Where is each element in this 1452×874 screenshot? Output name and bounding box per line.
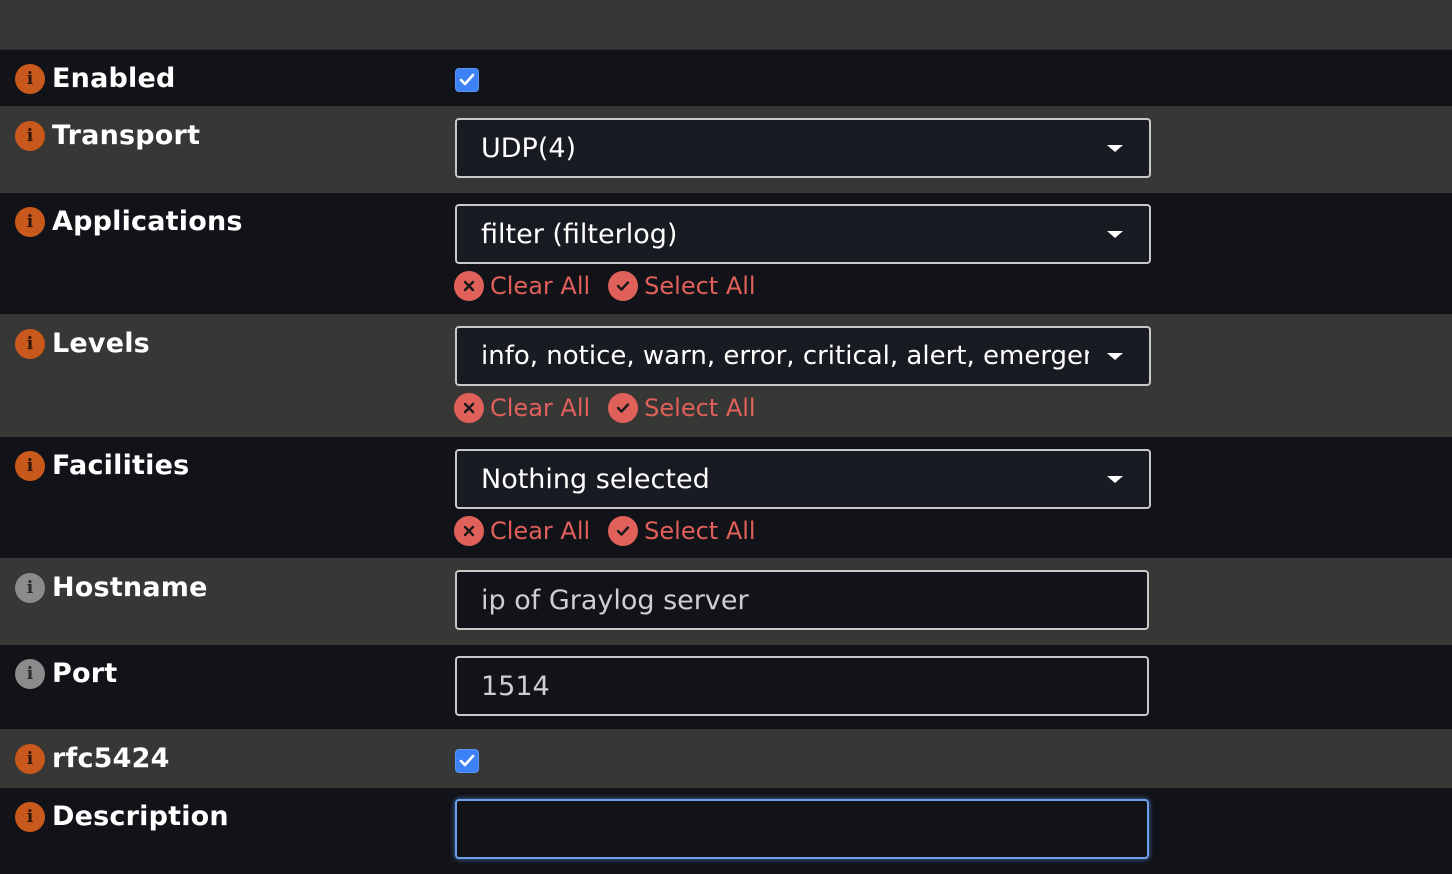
- check-circle-icon: [608, 271, 639, 301]
- hostname-input[interactable]: ip of Graylog server: [455, 570, 1149, 630]
- label-text: Levels: [52, 328, 150, 359]
- enabled-checkbox[interactable]: [455, 68, 479, 92]
- label-text: Transport: [52, 120, 201, 151]
- facilities-select-all-button[interactable]: Select All: [608, 516, 756, 546]
- description-input[interactable]: [455, 799, 1149, 859]
- facilities-clear-all-button[interactable]: Clear All: [454, 516, 590, 546]
- form-header-bar: [0, 0, 1452, 50]
- facilities-select[interactable]: Nothing selected: [455, 449, 1151, 509]
- levels-select-value: info, notice, warn, error, critical, ale…: [481, 341, 1089, 371]
- label-text: rfc5424: [52, 743, 170, 774]
- row-applications: i Applications filter (filterlog) Clear …: [0, 193, 1452, 314]
- label-text: Description: [52, 801, 229, 832]
- row-rfc5424: i rfc5424: [0, 729, 1452, 788]
- x-circle-icon: [454, 516, 484, 546]
- info-icon[interactable]: i: [15, 572, 45, 603]
- info-icon[interactable]: i: [15, 450, 45, 481]
- caret-down-icon: [1107, 353, 1123, 360]
- label-enabled: i Enabled: [15, 63, 176, 94]
- row-facilities: i Facilities Nothing selected Clear All …: [0, 437, 1452, 558]
- label-text: Applications: [52, 206, 243, 237]
- levels-select[interactable]: info, notice, warn, error, critical, ale…: [455, 326, 1151, 386]
- clear-all-label: Clear All: [490, 272, 591, 300]
- rfc5424-checkbox[interactable]: [455, 749, 479, 773]
- row-hostname: i Hostname ip of Graylog server: [0, 558, 1452, 645]
- levels-select-all-button[interactable]: Select All: [608, 393, 756, 423]
- port-placeholder: 1514: [481, 670, 550, 702]
- checkmark-icon: [459, 73, 475, 86]
- info-icon[interactable]: i: [15, 120, 45, 151]
- facilities-select-value: Nothing selected: [481, 463, 710, 495]
- applications-select-value: filter (filterlog): [481, 218, 678, 250]
- label-rfc5424: i rfc5424: [15, 743, 170, 774]
- x-circle-icon: [454, 271, 484, 301]
- clear-all-label: Clear All: [490, 394, 591, 422]
- row-transport: i Transport UDP(4): [0, 106, 1452, 193]
- transport-select[interactable]: UDP(4): [455, 118, 1151, 178]
- row-description: i Description: [0, 788, 1452, 874]
- info-icon[interactable]: i: [15, 328, 45, 359]
- info-icon[interactable]: i: [15, 743, 45, 774]
- label-facilities: i Facilities: [15, 450, 189, 481]
- info-icon[interactable]: i: [15, 801, 45, 832]
- caret-down-icon: [1107, 145, 1123, 152]
- caret-down-icon: [1107, 231, 1123, 238]
- applications-actions: Clear All Select All: [454, 271, 774, 301]
- row-levels: i Levels info, notice, warn, error, crit…: [0, 314, 1452, 437]
- transport-select-value: UDP(4): [481, 132, 577, 164]
- row-enabled: i Enabled: [0, 50, 1452, 106]
- check-circle-icon: [608, 516, 639, 546]
- select-all-label: Select All: [644, 517, 756, 545]
- hostname-placeholder: ip of Graylog server: [481, 584, 749, 616]
- label-text: Enabled: [52, 63, 176, 94]
- caret-down-icon: [1107, 476, 1123, 483]
- clear-all-label: Clear All: [490, 517, 591, 545]
- info-icon[interactable]: i: [15, 206, 45, 237]
- select-all-label: Select All: [644, 272, 756, 300]
- info-icon[interactable]: i: [15, 658, 45, 689]
- port-input[interactable]: 1514: [455, 656, 1149, 716]
- label-text: Port: [52, 658, 118, 689]
- applications-select-all-button[interactable]: Select All: [608, 271, 756, 301]
- x-circle-icon: [454, 393, 484, 423]
- label-hostname: i Hostname: [15, 572, 208, 603]
- check-circle-icon: [608, 393, 639, 423]
- label-text: Facilities: [52, 450, 190, 481]
- applications-select[interactable]: filter (filterlog): [455, 204, 1151, 264]
- label-levels: i Levels: [15, 328, 150, 359]
- label-text: Hostname: [52, 572, 208, 603]
- label-port: i Port: [15, 658, 117, 689]
- levels-clear-all-button[interactable]: Clear All: [454, 393, 590, 423]
- label-applications: i Applications: [15, 206, 243, 237]
- label-transport: i Transport: [15, 120, 200, 151]
- applications-clear-all-button[interactable]: Clear All: [454, 271, 590, 301]
- label-description: i Description: [15, 801, 229, 832]
- info-icon[interactable]: i: [15, 63, 45, 94]
- select-all-label: Select All: [644, 394, 756, 422]
- row-port: i Port 1514: [0, 645, 1452, 729]
- levels-actions: Clear All Select All: [454, 393, 774, 423]
- facilities-actions: Clear All Select All: [454, 516, 774, 546]
- checkmark-icon: [459, 754, 475, 767]
